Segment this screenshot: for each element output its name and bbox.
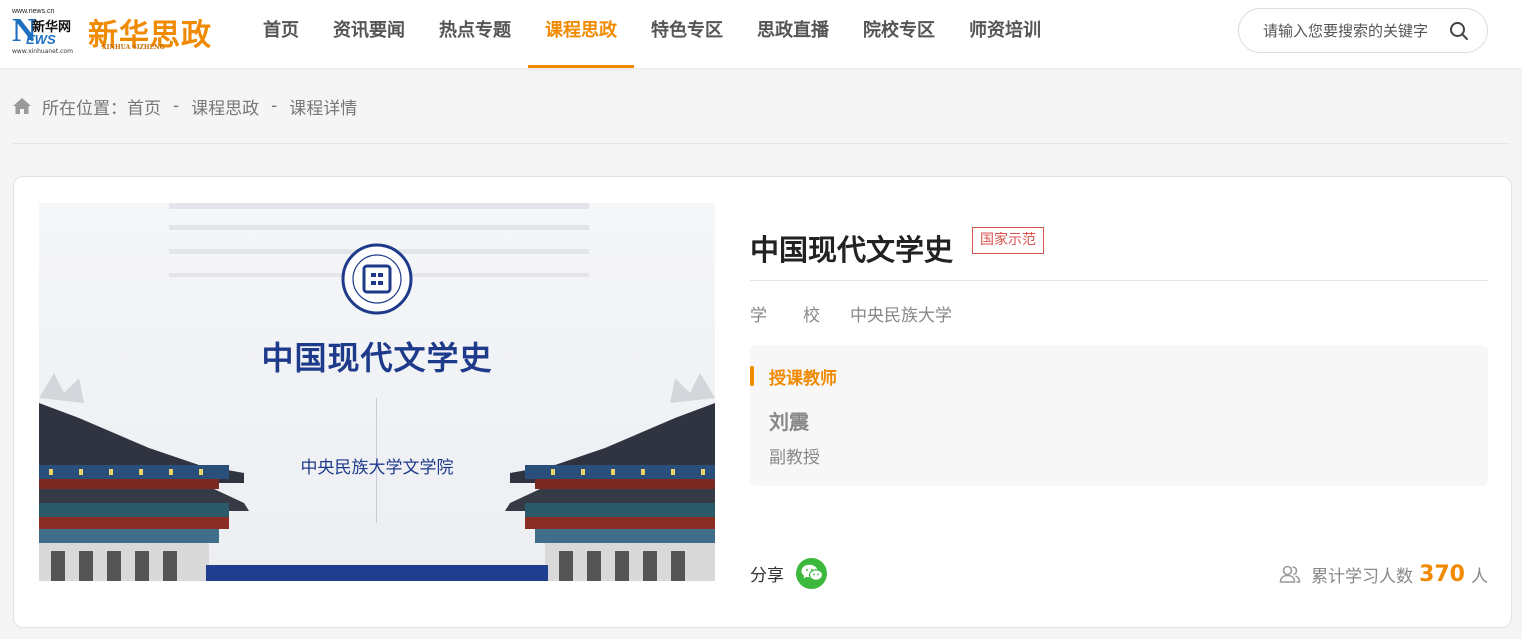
site-header: www.news.cn N 新华网 EWS www.xinhuanet.com … xyxy=(0,0,1522,68)
breadcrumb: 所在位置： 首页 - 课程思政 - 课程详情 xyxy=(12,93,357,119)
logo-news-rest: EWS xyxy=(26,32,56,47)
nav-live[interactable]: 思政直播 xyxy=(740,0,846,68)
breadcrumb-home[interactable]: 首页 xyxy=(127,94,161,119)
share-label: 分享 xyxy=(750,565,784,586)
nav-featured[interactable]: 特色专区 xyxy=(634,0,740,68)
main-nav: 首页 资讯要闻 热点专题 课程思政 特色专区 思政直播 院校专区 师资培训 xyxy=(246,0,1058,68)
share-area: 分享 xyxy=(750,557,827,589)
breadcrumb-current: 课程详情 xyxy=(289,98,358,119)
nav-training[interactable]: 师资培训 xyxy=(952,0,1058,68)
school-label-b: 校 xyxy=(803,306,820,326)
xinhua-news-logo: www.news.cn N 新华网 EWS www.xinhuanet.com xyxy=(12,8,84,56)
cover-background-art xyxy=(39,203,715,581)
learners-prefix: 累计学习人数 xyxy=(1311,566,1414,587)
school-row: 学校 中央民族大学 xyxy=(750,301,952,326)
breadcrumb-separator: - xyxy=(173,96,180,116)
course-info: 中国现代文学史 国家示范 学校 中央民族大学 授课教师 刘震 副教授 分享 累计… xyxy=(750,177,1488,629)
nav-courses[interactable]: 课程思政 xyxy=(528,0,634,68)
home-icon xyxy=(13,98,31,114)
brand-name: 新华思政 XINHUA SIZHENG xyxy=(88,10,212,54)
search-icon[interactable] xyxy=(1449,21,1469,41)
course-title: 中国现代文学史 xyxy=(750,233,954,267)
course-badge: 国家示范 xyxy=(972,227,1044,254)
logo-small-text: www.xinhuanet.com xyxy=(12,48,73,55)
nav-topics[interactable]: 热点专题 xyxy=(422,0,528,68)
teacher-name[interactable]: 刘震 xyxy=(769,406,809,435)
teacher-panel: 授课教师 刘震 副教授 xyxy=(750,345,1488,486)
wechat-icon xyxy=(801,564,823,581)
search-input[interactable] xyxy=(1263,9,1443,52)
nav-news[interactable]: 资讯要闻 xyxy=(316,0,422,68)
course-card: 中国现代文学史 中央民族大学文学院 中国现代文学史 国家示范 学校 中央民族大学… xyxy=(13,176,1512,628)
learners-unit: 人 xyxy=(1471,566,1488,587)
users-icon xyxy=(1279,565,1301,583)
cover-course-title: 中国现代文学史 xyxy=(261,339,493,377)
breadcrumb-prefix: 所在位置： xyxy=(42,98,127,119)
breadcrumb-courses[interactable]: 课程思政 xyxy=(191,94,259,119)
breadcrumb-divider xyxy=(12,143,1510,144)
site-logo[interactable]: www.news.cn N 新华网 EWS www.xinhuanet.com … xyxy=(12,8,217,56)
search-box xyxy=(1238,8,1488,53)
teacher-heading: 授课教师 xyxy=(769,368,837,389)
teacher-panel-header: 授课教师 xyxy=(750,365,837,389)
nav-home[interactable]: 首页 xyxy=(246,0,316,68)
school-label: 学校 xyxy=(750,301,850,326)
brand-subtitle: XINHUA SIZHENG xyxy=(102,44,165,51)
section-marker xyxy=(750,366,754,386)
breadcrumb-separator: - xyxy=(271,96,278,116)
learners-number: 370 xyxy=(1419,561,1465,587)
cover-college-name: 中央民族大学文学院 xyxy=(300,458,454,478)
school-label-a: 学 xyxy=(750,306,767,326)
course-cover-image[interactable]: 中国现代文学史 中央民族大学文学院 xyxy=(39,203,715,581)
info-divider xyxy=(750,280,1488,281)
school-name: 中央民族大学 xyxy=(850,306,952,326)
wechat-share-button[interactable] xyxy=(796,557,827,589)
teacher-rank: 副教授 xyxy=(769,448,820,468)
cover-bottom-bar xyxy=(206,565,548,581)
learners-count: 累计学习人数 370 人 xyxy=(1279,559,1488,589)
nav-colleges[interactable]: 院校专区 xyxy=(846,0,952,68)
